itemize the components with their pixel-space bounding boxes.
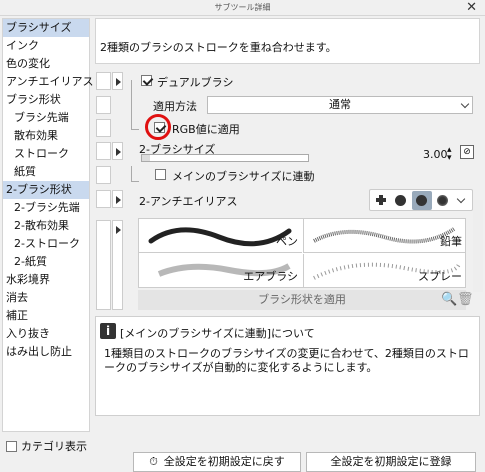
lock-toggle[interactable] <box>96 220 111 310</box>
title-bar: サブツール詳細 ✕ <box>0 0 485 16</box>
sidebar-item[interactable]: 水彩境界 <box>3 271 89 289</box>
sidebar-item[interactable]: ブラシサイズ <box>3 19 89 37</box>
apply-brush-shape-button[interactable]: ブラシ形状を適用 <box>138 290 466 310</box>
info-icon: i <box>100 323 116 339</box>
brush-name: ペン <box>276 235 298 248</box>
brush-preset-pencil[interactable]: 鉛筆 <box>303 219 465 253</box>
lock-toggle[interactable] <box>96 72 111 90</box>
brush-preset-airbrush[interactable]: エアブラシ <box>139 254 302 287</box>
antialias-medium-icon[interactable] <box>416 195 427 206</box>
info-box: i [メインのブラシサイズに連動]について 1種類目のストロークのブラシサイズの… <box>95 316 480 416</box>
info-title: [メインのブラシサイズに連動]について <box>120 327 315 340</box>
sidebar-item[interactable]: ストローク <box>3 145 89 163</box>
antialias-strong-icon[interactable] <box>437 195 448 206</box>
apply-method-value: 通常 <box>329 98 351 111</box>
register-all-button[interactable]: 全設定を初期設定に登録 <box>306 452 476 472</box>
antialias2-label: 2-アンチエイリアス <box>139 195 238 208</box>
trash-icon[interactable]: 🗑 <box>457 292 474 307</box>
scrollbar[interactable] <box>473 200 483 292</box>
footer-bar: ⏱ 全設定を初期設定に戻す 全設定を初期設定に登録 <box>0 450 485 472</box>
sidebar-item[interactable]: 2-ブラシ先端 <box>3 199 89 217</box>
apply-method-row: 適用方法 通常 <box>95 94 480 116</box>
lock-toggle[interactable] <box>96 142 111 160</box>
pressure-icon[interactable]: ⊘ <box>460 145 474 159</box>
category-sidebar: ブラシサイズ インク 色の変化 アンチエイリアス ブラシ形状 ブラシ先端 散布効果 ストローク… <box>2 18 94 432</box>
antialias-selector[interactable] <box>369 189 473 211</box>
lock-toggle[interactable] <box>96 96 111 114</box>
stepper-icon[interactable]: ▴ ▾ <box>447 146 452 163</box>
rgb-apply-label: RGB値に適用 <box>172 123 240 136</box>
apply-method-select[interactable]: 通常 <box>207 96 473 114</box>
chevron-down-icon <box>460 99 470 109</box>
link-main-size-row: メインのブラシサイズに連動 <box>95 166 480 188</box>
category-description: 2種類のブラシのストロークを重ね合わせます。 <box>95 18 480 64</box>
lock-toggle[interactable] <box>96 166 111 184</box>
sidebar-item[interactable]: インク <box>3 37 89 55</box>
brush-preset-spray[interactable]: スプレー <box>303 254 465 287</box>
brush-name: 鉛筆 <box>440 235 462 248</box>
antialias-none-icon[interactable] <box>376 195 386 205</box>
brush-preset-pen[interactable]: ペン <box>139 219 302 253</box>
sidebar-item[interactable]: 色の変化 <box>3 55 89 73</box>
sidebar-item[interactable]: アンチエイリアス <box>3 73 94 91</box>
brush2-size-value: 3.00 <box>423 148 448 161</box>
reset-all-button[interactable]: ⏱ 全設定を初期設定に戻す <box>133 452 301 472</box>
window-title: サブツール詳細 <box>214 3 271 12</box>
sidebar-item[interactable]: 2-ストローク <box>3 235 89 253</box>
sidebar-item[interactable]: 2-紙質 <box>3 253 89 271</box>
sidebar-item[interactable]: 2-ブラシ形状 <box>3 181 89 199</box>
sidebar-item[interactable]: 補正 <box>3 307 89 325</box>
sidebar-item[interactable]: ブラシ形状 <box>3 91 89 109</box>
slider-fill <box>142 155 151 161</box>
settings-panel: 2種類のブラシのストロークを重ね合わせます。 デュアルブラシ 適用方法 通常 R… <box>95 18 485 432</box>
sidebar-item[interactable]: 2-散布効果 <box>3 217 89 235</box>
expand-arrow-icon[interactable] <box>112 220 123 310</box>
expand-arrow-icon[interactable] <box>112 72 123 90</box>
reset-label: 全設定を初期設定に戻す <box>163 455 285 468</box>
highlight-circle <box>145 114 171 140</box>
link-main-size-checkbox[interactable] <box>155 169 166 180</box>
apply-brush-shape-label: ブラシ形状を適用 <box>258 293 346 306</box>
lock-toggle[interactable] <box>96 119 111 137</box>
sub-tool-detail-window: サブツール詳細 ✕ ブラシサイズ インク 色の変化 アンチエイリアス ブラシ形状 ブラシ先… <box>0 0 485 472</box>
expand-arrow-icon[interactable] <box>112 142 123 160</box>
lock-toggle[interactable] <box>96 190 111 208</box>
reset-icon: ⏱ <box>149 455 158 468</box>
close-icon[interactable]: ✕ <box>466 0 477 16</box>
sidebar-item[interactable]: ブラシ先端 <box>3 109 89 127</box>
sidebar-item[interactable]: 入り抜き <box>3 325 89 343</box>
brush-shape-grid: ペン 鉛筆 エアブラシ スプレー <box>138 218 466 288</box>
brush-name: エアブラシ <box>243 270 298 283</box>
apply-method-label: 適用方法 <box>153 100 197 113</box>
expand-arrow-icon[interactable] <box>112 190 123 208</box>
dual-brush-checkbox[interactable] <box>141 75 152 86</box>
register-label: 全設定を初期設定に登録 <box>330 455 452 468</box>
chevron-down-icon[interactable] <box>456 194 466 204</box>
description-text: 2種類のブラシのストロークを重ね合わせます。 <box>100 41 337 54</box>
antialias-weak-icon[interactable] <box>395 195 406 206</box>
sidebar-item[interactable]: 散布効果 <box>3 127 89 145</box>
brush2-size-slider[interactable] <box>141 154 309 162</box>
sidebar-item[interactable]: はみ出し防止 <box>3 343 89 361</box>
dual-brush-row: デュアルブラシ <box>95 70 480 92</box>
link-main-size-label: メインのブラシサイズに連動 <box>172 170 315 183</box>
dual-brush-label: デュアルブラシ <box>157 76 234 89</box>
key-icon[interactable]: 🔍 <box>441 292 457 307</box>
sidebar-item[interactable]: 消去 <box>3 289 89 307</box>
info-body: 1種類目のストロークのブラシサイズの変更に合わせて、2種類目のストロークのブラシ… <box>104 347 469 374</box>
brush-name: スプレー <box>418 270 462 283</box>
sidebar-item[interactable]: 紙質 <box>3 163 89 181</box>
